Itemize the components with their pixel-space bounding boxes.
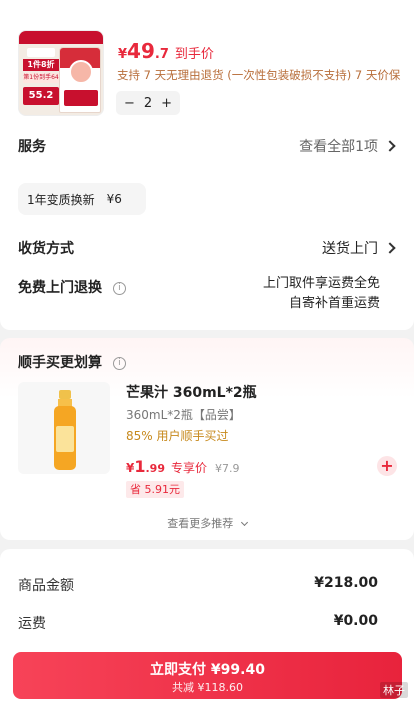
rice-bag-graphic (59, 47, 101, 113)
free-return-line-1: 上门取件享运费全免 (262, 276, 380, 291)
free-return-line-2: 自寄补首重运费 (288, 296, 380, 311)
pay-now-button[interactable]: 立即支付 ¥99.40 共减 ¥118.60 (13, 652, 402, 699)
savings-badge: 省 5.91元 (126, 481, 184, 498)
quantity-value[interactable]: 2 (144, 96, 152, 111)
chevron-right-icon (384, 140, 396, 152)
price-integer: 49 (127, 39, 155, 63)
info-icon[interactable]: i (112, 356, 126, 370)
info-icon[interactable]: i (112, 281, 126, 295)
more-recommendations-text: 查看更多推荐 (167, 517, 234, 530)
addon-section-title: 顺手买更划算 i (18, 352, 126, 372)
add-addon-button[interactable]: + (377, 456, 397, 476)
quantity-stepper: − 2 + (116, 91, 180, 115)
brand-logo (27, 48, 55, 57)
free-return-text: 免费上门退换 (18, 280, 102, 296)
price-decimal: .99 (145, 462, 166, 475)
order-card: 1件8折 第1份到手64 55.2 ¥ 49 .7 到手价 支持 7 天无理由退… (0, 0, 414, 330)
addon-product-name[interactable]: 芒果汁 360mL*2瓶 (126, 382, 257, 402)
shipping-value: ¥0.00 (333, 613, 378, 629)
goods-amount-label: 商品金额 (18, 578, 74, 594)
service-option-name: 1年变质换新 (27, 192, 95, 207)
view-all-services-link[interactable]: 查看全部1项 (299, 136, 396, 156)
currency-symbol: ¥ (126, 461, 135, 475)
delivery-label: 收货方式 (18, 241, 74, 257)
juice-bottle-graphic (54, 390, 76, 470)
image-discount-badge: 1件8折 (23, 59, 59, 71)
chevron-down-icon (240, 518, 248, 527)
bottle-cap (59, 390, 71, 399)
rice-bag-product-image[interactable]: 1件8折 第1份到手64 55.2 (18, 30, 104, 116)
service-label: 服务 (18, 139, 46, 155)
bag-label (64, 90, 98, 106)
pay-now-label: 立即支付 ¥99.40 (150, 662, 265, 678)
image-top-bar (19, 31, 103, 44)
image-promo-panel: 1件8折 第1份到手64 55.2 (23, 47, 59, 113)
service-option-chip[interactable]: 1年变质换新 ¥6 (18, 183, 146, 215)
price-label: 到手价 (174, 47, 214, 62)
price-integer: 1 (134, 457, 146, 476)
addon-recommendation-card: 顺手买更划算 i 芒果汁 360mL*2瓶 360mL*2瓶【品尝】 85% 用… (0, 338, 414, 540)
addon-title-text: 顺手买更划算 (18, 355, 102, 371)
price-decimal: .7 (154, 47, 169, 62)
more-recommendations-link[interactable]: 查看更多推荐 (0, 515, 414, 531)
addon-product-spec: 360mL*2瓶【品尝】 (126, 408, 241, 422)
decrease-button[interactable]: − (124, 96, 135, 111)
free-return-details: 上门取件享运费全免 自寄补首重运费 (263, 274, 380, 314)
bag-emblem (69, 60, 93, 84)
shipping-label: 运费 (18, 616, 46, 632)
currency-symbol: ¥ (118, 47, 128, 62)
goods-amount-value: ¥218.00 (314, 575, 378, 591)
image-price-tag: 55.2 (23, 87, 59, 105)
service-option-price: ¥6 (106, 192, 122, 206)
delivery-method-selector[interactable]: 送货上门 (322, 238, 396, 258)
chevron-right-icon (384, 242, 396, 254)
bottle-label (56, 426, 74, 452)
addon-price: ¥ 1 .99 专享价 ¥7.9 (126, 457, 240, 476)
total-discount-label: 共减 ¥118.60 (172, 681, 243, 694)
free-return-label: 免费上门退换 i (18, 277, 126, 297)
view-all-services-text: 查看全部1项 (299, 139, 378, 155)
addon-buy-rate: 85% 用户顺手买过 (126, 429, 229, 443)
product-price: ¥ 49 .7 到手价 (118, 39, 214, 63)
user-watermark: 林子 (380, 682, 408, 698)
exclusive-price-label: 专享价 (171, 461, 208, 475)
image-first-price-badge: 第1份到手64 (23, 73, 59, 83)
original-price: ¥7.9 (215, 462, 240, 475)
return-policy-note: 支持 7 天无理由退货 (一次性包装破损不支持) 7 天价保 (117, 68, 401, 82)
increase-button[interactable]: + (161, 96, 172, 111)
mango-juice-product-image[interactable] (18, 382, 110, 474)
delivery-method-value: 送货上门 (322, 241, 378, 257)
